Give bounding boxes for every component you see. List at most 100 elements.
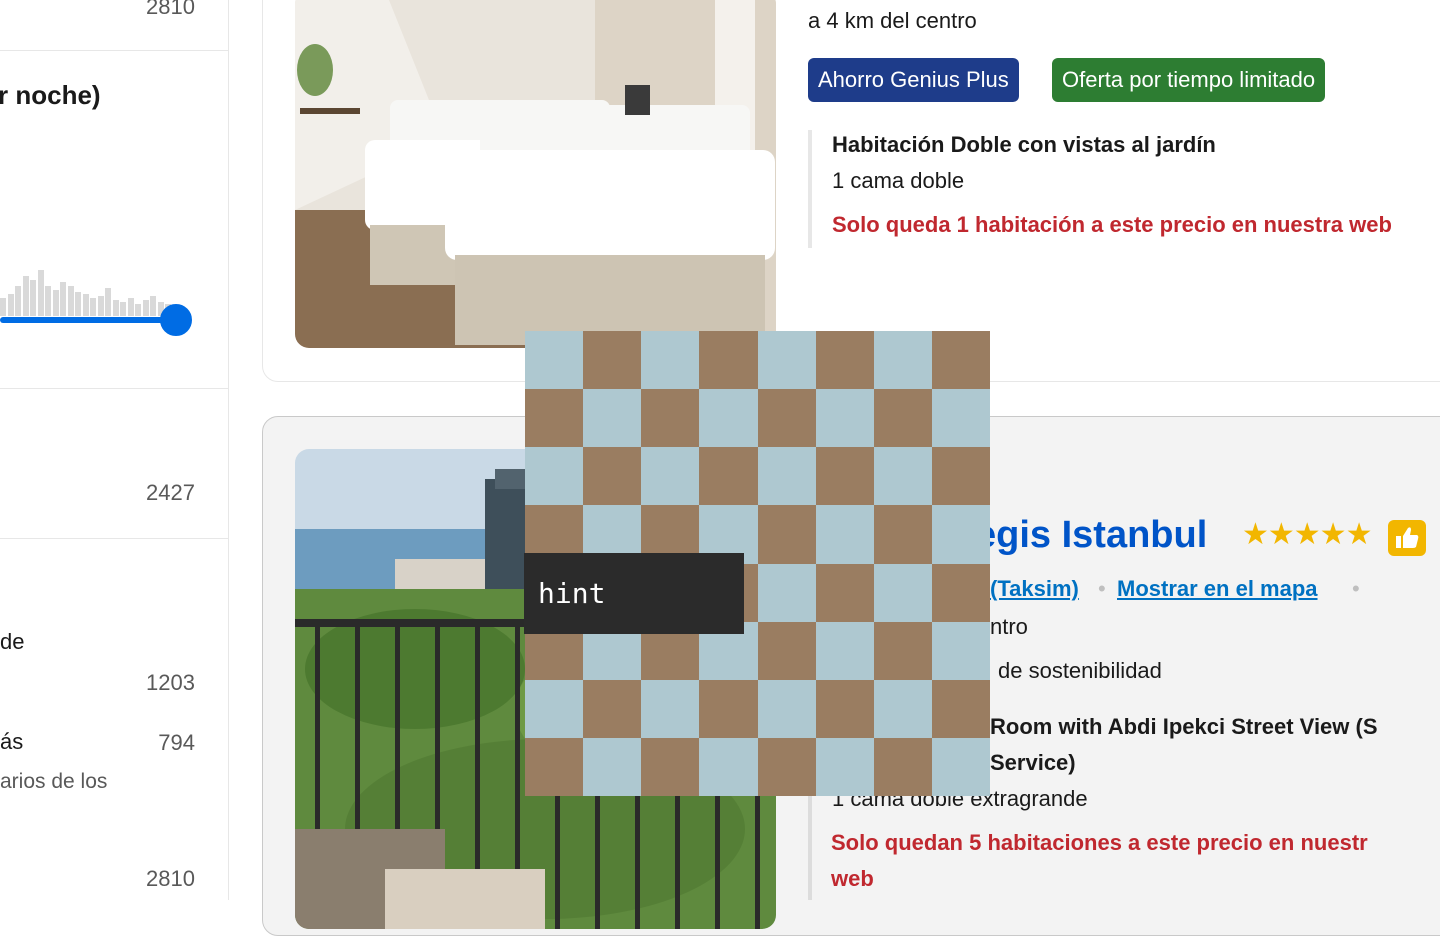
histogram-bar (22, 276, 29, 316)
checker-cell (873, 679, 932, 738)
checker-cell (583, 331, 642, 390)
checker-cell (641, 389, 700, 448)
checker-cell (757, 447, 816, 506)
room-type-title: Room with Abdi Ipekci Street View (S (990, 714, 1378, 739)
filter-count: 1203 (146, 670, 195, 695)
property-name-link[interactable]: egis Istanbul (975, 514, 1207, 557)
location-link[interactable]: (Taksim) (990, 576, 1079, 602)
checker-cell (931, 679, 990, 738)
filters-sidebar: 2810 r noche) 2427 de 1203 ás 794 arios … (0, 0, 229, 900)
checker-cell (525, 447, 584, 506)
filter-count: 2427 (146, 480, 195, 505)
histogram-bar (37, 270, 44, 316)
bedroom-photo (295, 0, 776, 348)
checker-cell (757, 389, 816, 448)
checker-cell (583, 737, 642, 796)
checker-cell (931, 737, 990, 796)
checker-cell (699, 331, 758, 390)
checker-cell (931, 331, 990, 390)
checker-cell (873, 737, 932, 796)
checker-cell (641, 737, 700, 796)
checker-cell (641, 679, 700, 738)
filter-count: 2810 (146, 866, 195, 891)
filter-option-label[interactable]: ás (0, 729, 23, 755)
checker-cell (525, 737, 584, 796)
checker-cell (815, 389, 874, 448)
room-type-title: Habitación Doble con vistas al jardín (832, 132, 1216, 157)
scarcity-message-continued: web (831, 866, 874, 891)
checker-cell (873, 389, 932, 448)
show-on-map-link[interactable]: Mostrar en el mapa (1117, 576, 1318, 602)
checker-cell (525, 389, 584, 448)
histogram-bar (142, 300, 149, 316)
checker-cell (525, 679, 584, 738)
checker-cell (757, 331, 816, 390)
price-histogram (0, 262, 176, 316)
separator-dot: • (1352, 576, 1360, 601)
checker-cell (699, 389, 758, 448)
separator-dot: • (1098, 576, 1106, 601)
genius-plus-badge: Ahorro Genius Plus (808, 58, 1019, 102)
property-photo[interactable] (295, 0, 776, 348)
histogram-bar (67, 286, 74, 316)
histogram-bar (97, 296, 104, 316)
histogram-bar (135, 304, 141, 316)
histogram-bar (52, 290, 59, 316)
histogram-bar (105, 288, 111, 316)
histogram-bar (7, 294, 14, 316)
checker-cell (815, 737, 874, 796)
limited-time-deal-badge: Oferta por tiempo limitado (1052, 58, 1326, 102)
histogram-bar (150, 296, 156, 316)
divider (0, 50, 229, 51)
histogram-bar (15, 286, 21, 316)
checker-cell (583, 447, 642, 506)
filter-count: 794 (158, 730, 195, 755)
checker-cell (873, 447, 932, 506)
checker-cell (931, 505, 990, 564)
room-info-bar (808, 130, 812, 248)
room-type-title-continued: Service) (990, 750, 1076, 775)
checker-cell (873, 563, 932, 622)
filter-option-label[interactable]: de (0, 629, 24, 655)
histogram-bar (30, 280, 36, 316)
star-rating-icon: ★★★★★ (1242, 518, 1372, 551)
checker-cell (931, 621, 990, 680)
histogram-bar (0, 298, 6, 316)
histogram-bar (60, 282, 66, 316)
price-filter-heading: r noche) (0, 80, 101, 110)
checker-cell (699, 679, 758, 738)
checker-cell (815, 563, 874, 622)
checker-cell (699, 737, 758, 796)
checker-cell (525, 331, 584, 390)
checker-cell (757, 505, 816, 564)
checker-cell (757, 621, 816, 680)
filter-option-description: arios de los (0, 770, 108, 793)
histogram-bar (112, 300, 119, 316)
histogram-bar (45, 286, 51, 316)
checker-cell (641, 447, 700, 506)
scarcity-message: Solo quedan 5 habitaciones a este precio… (831, 830, 1368, 855)
checker-cell (583, 679, 642, 738)
checker-cell (699, 447, 758, 506)
histogram-bar (90, 298, 96, 316)
histogram-bar (82, 294, 89, 316)
sustainability-certification: de sostenibilidad (998, 658, 1162, 683)
checker-cell (815, 621, 874, 680)
checker-cell (873, 621, 932, 680)
filter-count: 2810 (146, 0, 195, 19)
checker-cell (757, 563, 816, 622)
checker-cell (757, 679, 816, 738)
checker-cell (815, 505, 874, 564)
price-slider-track[interactable] (0, 317, 176, 323)
divider (0, 388, 229, 389)
hint-tooltip: hint (524, 553, 744, 634)
histogram-bar (120, 302, 126, 316)
checker-cell (815, 447, 874, 506)
checker-cell (931, 389, 990, 448)
checker-cell (641, 331, 700, 390)
distance-from-center: ntro (990, 614, 1028, 639)
price-slider-max-handle[interactable] (160, 304, 192, 336)
divider (0, 538, 229, 539)
histogram-bar (127, 298, 134, 316)
scarcity-message: Solo queda 1 habitación a este precio en… (832, 212, 1392, 237)
